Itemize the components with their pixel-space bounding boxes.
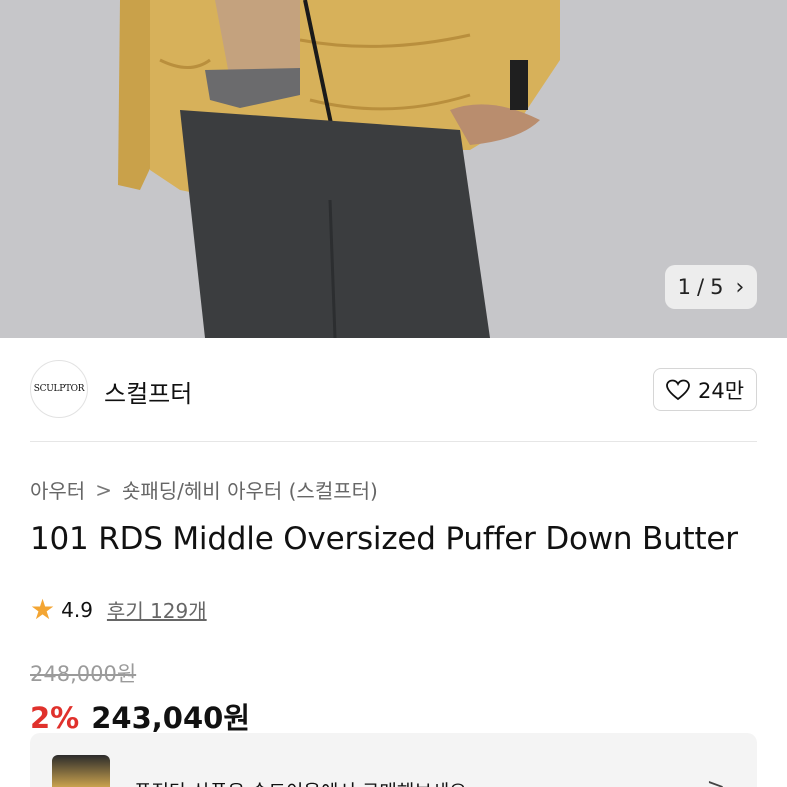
divider [30,441,757,442]
promo-banner[interactable]: 푸적단 상품은 숏드이음에서 구매해보세요 > [30,733,757,787]
brand-logo-text: SCULPTOR [33,384,85,394]
breadcrumb: 아우터 > 숏패딩/헤비 아우터 (스컬프터) [30,475,378,504]
final-price: 243,040원 [91,701,251,735]
heart-outline-icon [666,379,690,400]
brand-row: SCULPTOR 스컬프터 24만 [30,360,757,420]
product-image-carousel[interactable]: 1 / 5 › [0,0,787,338]
like-count: 24만 [697,378,745,403]
original-price: 248,000원 [30,662,137,686]
image-pager[interactable]: 1 / 5 › [665,265,757,309]
star-icon: ★ [30,592,56,626]
pager-current: 1 [677,275,692,299]
breadcrumb-separator: > [95,477,112,502]
promo-text: 푸적단 상품은 숏드이음에서 구매해보세요 [134,777,467,787]
promo-thumbnail [52,755,110,787]
rating-row: ★ 4.9 후기 129개 [30,595,207,624]
pager-separator: / [697,275,705,299]
reviews-link[interactable]: 후기 129개 [107,595,207,624]
brand-name[interactable]: 스컬프터 [104,374,192,409]
rating-score: 4.9 [61,597,93,622]
product-title: 101 RDS Middle Oversized Puffer Down But… [30,521,738,557]
price-row: 2% 243,040원 [30,695,250,737]
chevron-right-icon[interactable]: › [736,275,745,300]
brand-logo[interactable]: SCULPTOR [30,360,88,418]
discount-rate: 2% [30,701,80,735]
chevron-right-icon: > [707,775,725,787]
breadcrumb-item-outer[interactable]: 아우터 [30,475,85,504]
breadcrumb-item-category[interactable]: 숏패딩/헤비 아우터 (스컬프터) [122,475,378,504]
pager-total: 5 [710,275,724,299]
like-button[interactable]: 24만 [653,368,757,411]
